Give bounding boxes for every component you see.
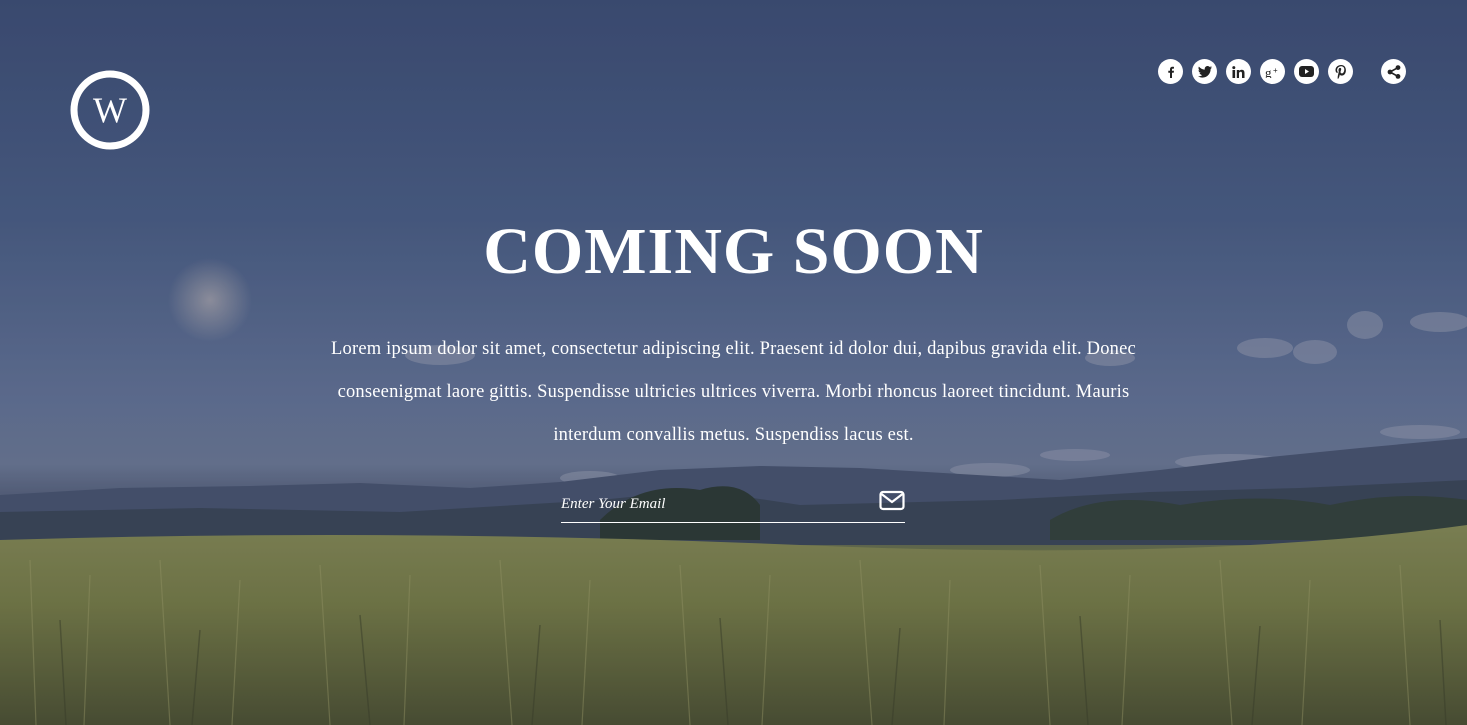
svg-text:g: g [1265, 66, 1272, 78]
pinterest-icon[interactable] [1328, 59, 1353, 84]
hero-description: Lorem ipsum dolor sit amet, consectetur … [331, 339, 1136, 445]
linkedin-icon[interactable] [1226, 59, 1251, 84]
facebook-icon[interactable] [1158, 59, 1183, 84]
envelope-icon [879, 490, 905, 511]
svg-text:W: W [93, 90, 127, 130]
subscribe-form [561, 488, 905, 523]
svg-text:+: + [1273, 66, 1278, 75]
email-input[interactable] [561, 492, 861, 516]
social-links: g + [1158, 59, 1406, 84]
youtube-icon[interactable] [1294, 59, 1319, 84]
share-icon[interactable] [1381, 59, 1406, 84]
subscribe-button[interactable] [879, 490, 905, 512]
wordpress-logo-icon: W [70, 70, 150, 150]
site-logo[interactable]: W [70, 70, 150, 150]
twitter-icon[interactable] [1192, 59, 1217, 84]
page-title: COMING SOON [483, 215, 984, 288]
google-plus-icon[interactable]: g + [1260, 59, 1285, 84]
hero-section: COMING SOON Lorem ipsum dolor sit amet, … [0, 212, 1467, 457]
